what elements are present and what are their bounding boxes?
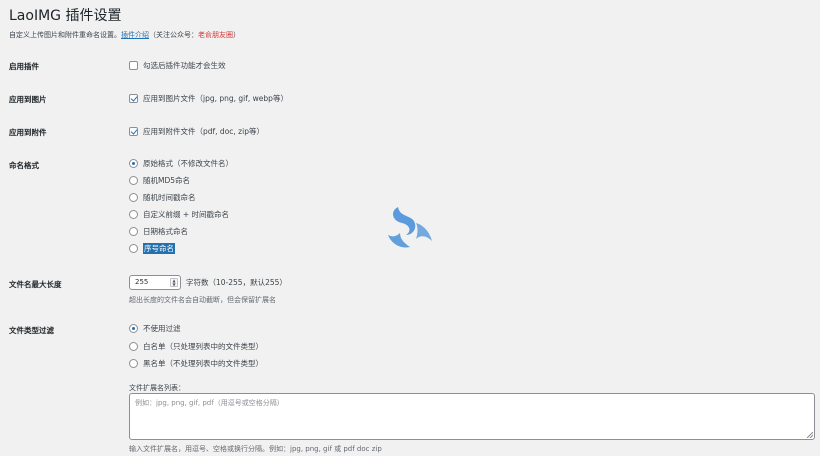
naming-radio-timestamp[interactable] (129, 193, 138, 202)
naming-option-md5[interactable]: 随机MD5命名 (129, 175, 190, 186)
extension-list-textarea[interactable]: 例如：jpg, png, gif, pdf（用逗号或空格分隔） (129, 393, 815, 440)
extension-list-placeholder: 例如：jpg, png, gif, pdf（用逗号或空格分隔） (135, 399, 284, 407)
apply-images-checkbox-row[interactable]: 应用到图片文件（jpg, png, gif, webp等） (129, 93, 288, 104)
type-filter-label: 文件类型过滤 (9, 326, 54, 335)
naming-radio-original[interactable] (129, 159, 138, 168)
apply-images-option-text: 应用到图片文件（jpg, png, gif, webp等） (143, 94, 288, 103)
account-name: 老俞朋友圈 (198, 31, 233, 39)
filter-option-blacklist[interactable]: 黑名单（不处理列表中的文件类型） (129, 358, 263, 369)
naming-radio-sequence[interactable] (129, 244, 138, 253)
filter-radio-blacklist[interactable] (129, 359, 138, 368)
filter-radio-whitelist[interactable] (129, 342, 138, 351)
enable-checkbox-row[interactable]: 勾选后插件功能才会生效 (129, 60, 226, 71)
resize-handle-icon[interactable] (807, 432, 813, 438)
naming-option-original[interactable]: 原始格式（不修改文件名） (129, 158, 233, 169)
enable-option-text: 勾选后插件功能才会生效 (143, 61, 226, 70)
apply-attachments-checkbox-row[interactable]: 应用到附件文件（pdf, doc, zip等） (129, 126, 264, 137)
apply-attachments-option-text: 应用到附件文件（pdf, doc, zip等） (143, 127, 264, 136)
naming-radio-prefix-timestamp[interactable] (129, 210, 138, 219)
extension-list-label: 文件扩展名列表： (129, 384, 185, 392)
extension-list-hint: 输入文件扩展名，用逗号、空格或换行分隔。例如：jpg, png, gif 或 p… (129, 445, 382, 453)
apply-attachments-checkbox[interactable] (129, 127, 138, 136)
loading-spinner-icon (388, 207, 432, 248)
number-spinner-icon[interactable]: ▲ ▼ (170, 278, 178, 287)
page-title: LaoIMG 插件设置 (9, 8, 122, 24)
enable-checkbox[interactable] (129, 61, 138, 70)
plugin-intro-link[interactable]: 插件介绍 (121, 31, 149, 39)
enable-label: 启用插件 (9, 62, 39, 71)
filter-option-none[interactable]: 不使用过滤 (129, 323, 181, 334)
apply-images-label: 应用到图片 (9, 95, 47, 104)
naming-option-timestamp[interactable]: 随机时间戳命名 (129, 192, 196, 203)
page-description: 自定义上传图片和附件重命名设置。插件介绍（关注公众号：老俞朋友圈） (9, 31, 240, 39)
apply-attachments-label: 应用到附件 (9, 128, 47, 137)
selected-text-highlight: 序号命名 (143, 243, 175, 254)
apply-images-checkbox[interactable] (129, 94, 138, 103)
max-length-label: 文件名最大长度 (9, 280, 62, 289)
naming-option-date[interactable]: 日期格式命名 (129, 226, 188, 237)
naming-option-sequence[interactable]: 序号命名 (129, 243, 175, 254)
max-length-field-row: 255 ▲ ▼ 字符数（10-255，默认255） (129, 275, 287, 290)
naming-option-prefix-timestamp[interactable]: 自定义前缀 + 时间戳命名 (129, 209, 229, 220)
settings-page: LaoIMG 插件设置 自定义上传图片和附件重命名设置。插件介绍（关注公众号：老… (0, 0, 820, 456)
filter-option-whitelist[interactable]: 白名单（只处理列表中的文件类型） (129, 341, 263, 352)
naming-radio-md5[interactable] (129, 176, 138, 185)
naming-radio-date[interactable] (129, 227, 138, 236)
naming-label: 命名格式 (9, 161, 39, 170)
max-length-hint: 超出长度的文件名会自动截断，但会保留扩展名 (129, 296, 276, 304)
max-length-input[interactable]: 255 ▲ ▼ (129, 275, 181, 290)
filter-radio-none[interactable] (129, 324, 138, 333)
max-length-suffix: 字符数（10-255，默认255） (186, 278, 287, 287)
